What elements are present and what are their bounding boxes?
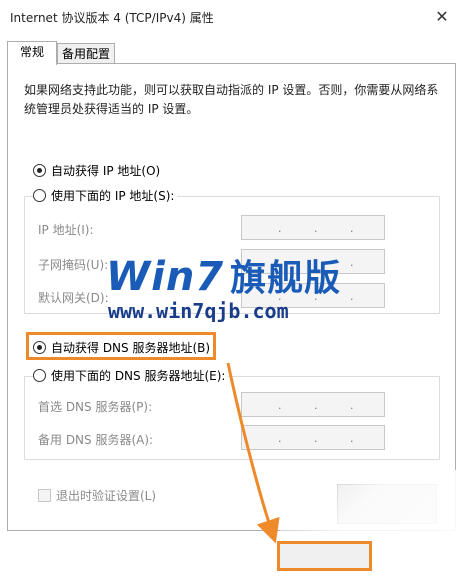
- annotation-arrow-icon: [226, 362, 280, 544]
